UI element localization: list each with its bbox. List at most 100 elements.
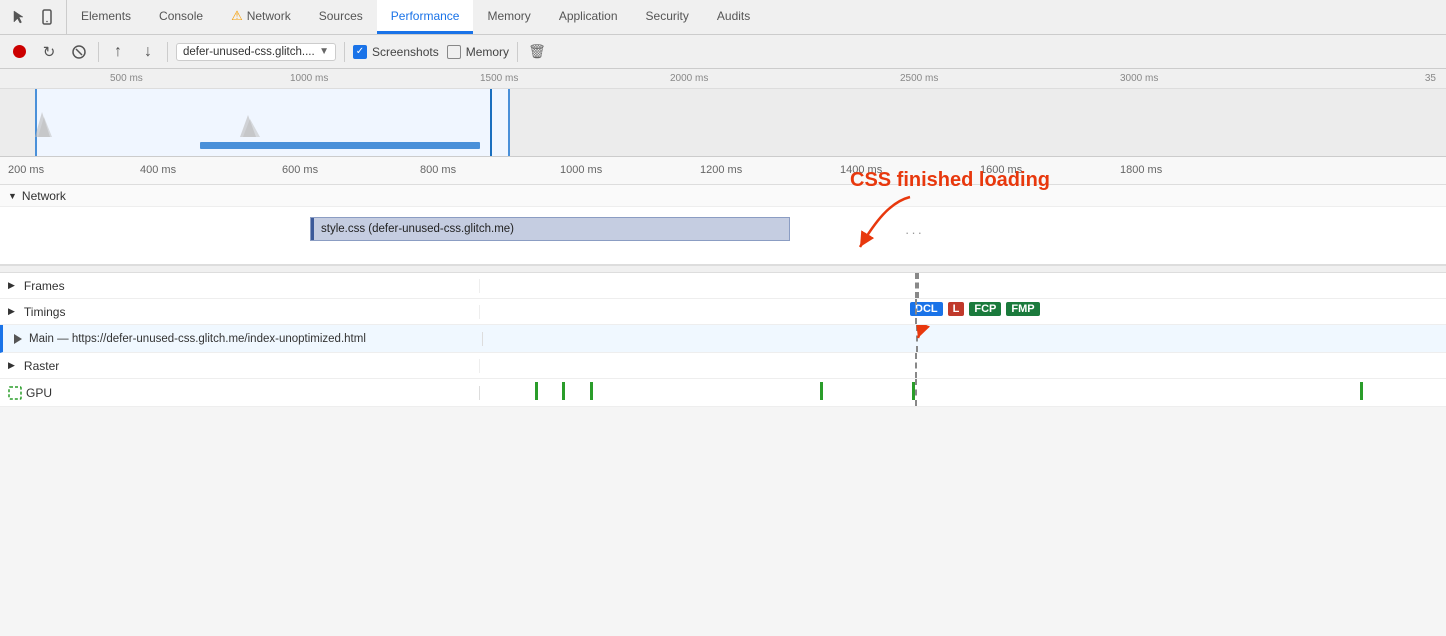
frames-row: ▶ Frames — [0, 273, 1446, 299]
network-section-header[interactable]: ▼ Network — [0, 185, 1446, 207]
fcp-arrow-svg — [863, 325, 983, 350]
network-content: style.css (defer-unused-css.glitch.me) ·… — [0, 207, 1446, 262]
overview-marker — [490, 89, 492, 157]
gpu-label: GPU — [26, 386, 52, 400]
gpu-vline — [915, 379, 917, 406]
chevron-down-icon: ▼ — [319, 46, 329, 57]
tab-memory[interactable]: Memory — [473, 0, 544, 34]
raster-timeline — [480, 353, 1446, 378]
gpu-bar-2 — [562, 382, 565, 400]
tick-1200ms: 1200 ms — [700, 164, 742, 176]
tick-1000ms: 1000 ms — [560, 164, 602, 176]
overview-blue-bar — [200, 142, 480, 149]
tab-elements[interactable]: Elements — [67, 0, 145, 34]
tick-1400ms: 1400 ms — [840, 164, 882, 176]
separator-4 — [517, 42, 518, 62]
section-divider — [0, 265, 1446, 273]
tick-400ms: 400 ms — [140, 164, 176, 176]
tick-3000ms: 3000 ms — [1120, 73, 1158, 84]
network-collapse-arrow[interactable]: ▼ — [8, 191, 17, 201]
tab-application[interactable]: Application — [545, 0, 632, 34]
badge-fcp: FCP — [969, 302, 1001, 316]
tab-security[interactable]: Security — [632, 0, 703, 34]
tick-800ms: 800 ms — [420, 164, 456, 176]
tick-1500ms: 1500 ms — [480, 73, 518, 84]
memory-checkbox-label[interactable]: Memory — [447, 45, 509, 59]
tab-icon-group — [0, 0, 67, 34]
raster-row: ▶ Raster — [0, 353, 1446, 379]
cursor-icon[interactable] — [8, 6, 30, 28]
url-dropdown[interactable]: defer-unused-css.glitch.... ▼ — [176, 43, 336, 61]
frames-arrow[interactable]: ▶ — [8, 280, 15, 291]
tick-1600ms: 1600 ms — [980, 164, 1022, 176]
frames-label: Frames — [24, 279, 65, 293]
timings-timeline: DCL L FCP FMP — [480, 299, 1446, 324]
tick-500ms: 500 ms — [110, 73, 143, 84]
timeline-overview: 500 ms 1000 ms 1500 ms 2000 ms 2500 ms 3… — [0, 69, 1446, 157]
gpu-bar-1 — [535, 382, 538, 400]
timings-vline — [915, 299, 917, 324]
gpu-label-area[interactable]: GPU — [0, 386, 480, 400]
main-play-icon[interactable] — [11, 332, 25, 346]
export-button[interactable]: ↓ — [137, 41, 159, 63]
bottom-panel: ▶ Frames ▶ Timings DCL L FCP FMP — [0, 273, 1446, 407]
network-label: Network — [22, 189, 66, 203]
main-label-text: Main — [29, 333, 54, 345]
frames-timeline — [480, 273, 1446, 298]
screenshots-label: Screenshots — [372, 45, 439, 59]
main-dash: — — [57, 333, 72, 345]
gpu-bar-3 — [590, 382, 593, 400]
stop-button[interactable] — [68, 41, 90, 63]
network-section: ▼ Network style.css (defer-unused-css.gl… — [0, 185, 1446, 265]
overview-waveform — [0, 97, 510, 142]
gpu-bar-4 — [820, 382, 823, 400]
timing-badges: DCL L FCP FMP — [910, 302, 1043, 316]
main-row: Main — https://defer-unused-css.glitch.m… — [0, 325, 1446, 353]
warning-icon: ⚠ — [231, 8, 243, 24]
gpu-icon — [8, 386, 22, 400]
timings-label-area[interactable]: ▶ Timings — [0, 305, 480, 319]
frames-label-area[interactable]: ▶ Frames — [0, 279, 480, 293]
main-label-area[interactable]: Main — https://defer-unused-css.glitch.m… — [3, 332, 483, 346]
memory-checkbox[interactable] — [447, 45, 461, 59]
raster-vline — [915, 353, 917, 378]
tick-2000ms: 2000 ms — [670, 73, 708, 84]
tick-1000ms: 1000 ms — [290, 73, 328, 84]
overview-overlay-right — [510, 89, 1446, 157]
gpu-row: GPU — [0, 379, 1446, 407]
memory-label: Memory — [466, 45, 509, 59]
tick-600ms: 600 ms — [282, 164, 318, 176]
overview-ruler: 500 ms 1000 ms 1500 ms 2000 ms 2500 ms 3… — [0, 69, 1446, 89]
gpu-timeline — [480, 379, 1446, 406]
tab-network[interactable]: ⚠ Network — [217, 0, 305, 34]
screenshots-checkbox[interactable]: ✓ — [353, 45, 367, 59]
css-resource-bar[interactable]: style.css (defer-unused-css.glitch.me) — [310, 217, 790, 241]
tab-console[interactable]: Console — [145, 0, 217, 34]
gpu-bar-6 — [1360, 382, 1363, 400]
record-button[interactable] — [8, 41, 30, 63]
separator-3 — [344, 42, 345, 62]
tab-sources[interactable]: Sources — [305, 0, 377, 34]
raster-arrow[interactable]: ▶ — [8, 360, 15, 371]
badge-fmp: FMP — [1006, 302, 1039, 316]
mobile-icon[interactable] — [36, 6, 58, 28]
import-button[interactable]: ↑ — [107, 41, 129, 63]
main-vline — [916, 325, 918, 352]
badge-l: L — [948, 302, 965, 316]
timings-row: ▶ Timings DCL L FCP FMP — [0, 299, 1446, 325]
separator-2 — [167, 42, 168, 62]
timings-arrow[interactable]: ▶ — [8, 306, 15, 317]
tab-performance[interactable]: Performance — [377, 0, 474, 34]
tick-1800ms: 1800 ms — [1120, 164, 1162, 176]
main-url: https://defer-unused-css.glitch.me/index… — [72, 333, 366, 345]
tick-2500ms: 2500 ms — [900, 73, 938, 84]
reload-button[interactable]: ↻ — [38, 41, 60, 63]
screenshots-checkbox-label[interactable]: ✓ Screenshots — [353, 45, 439, 59]
tab-audits[interactable]: Audits — [703, 0, 764, 34]
clear-button[interactable]: 🗑 — [526, 41, 548, 63]
separator-1 — [98, 42, 99, 62]
url-text: defer-unused-css.glitch.... — [183, 46, 315, 58]
overview-content[interactable] — [0, 89, 1446, 157]
frames-vline2 — [917, 273, 919, 298]
raster-label-area[interactable]: ▶ Raster — [0, 359, 480, 373]
